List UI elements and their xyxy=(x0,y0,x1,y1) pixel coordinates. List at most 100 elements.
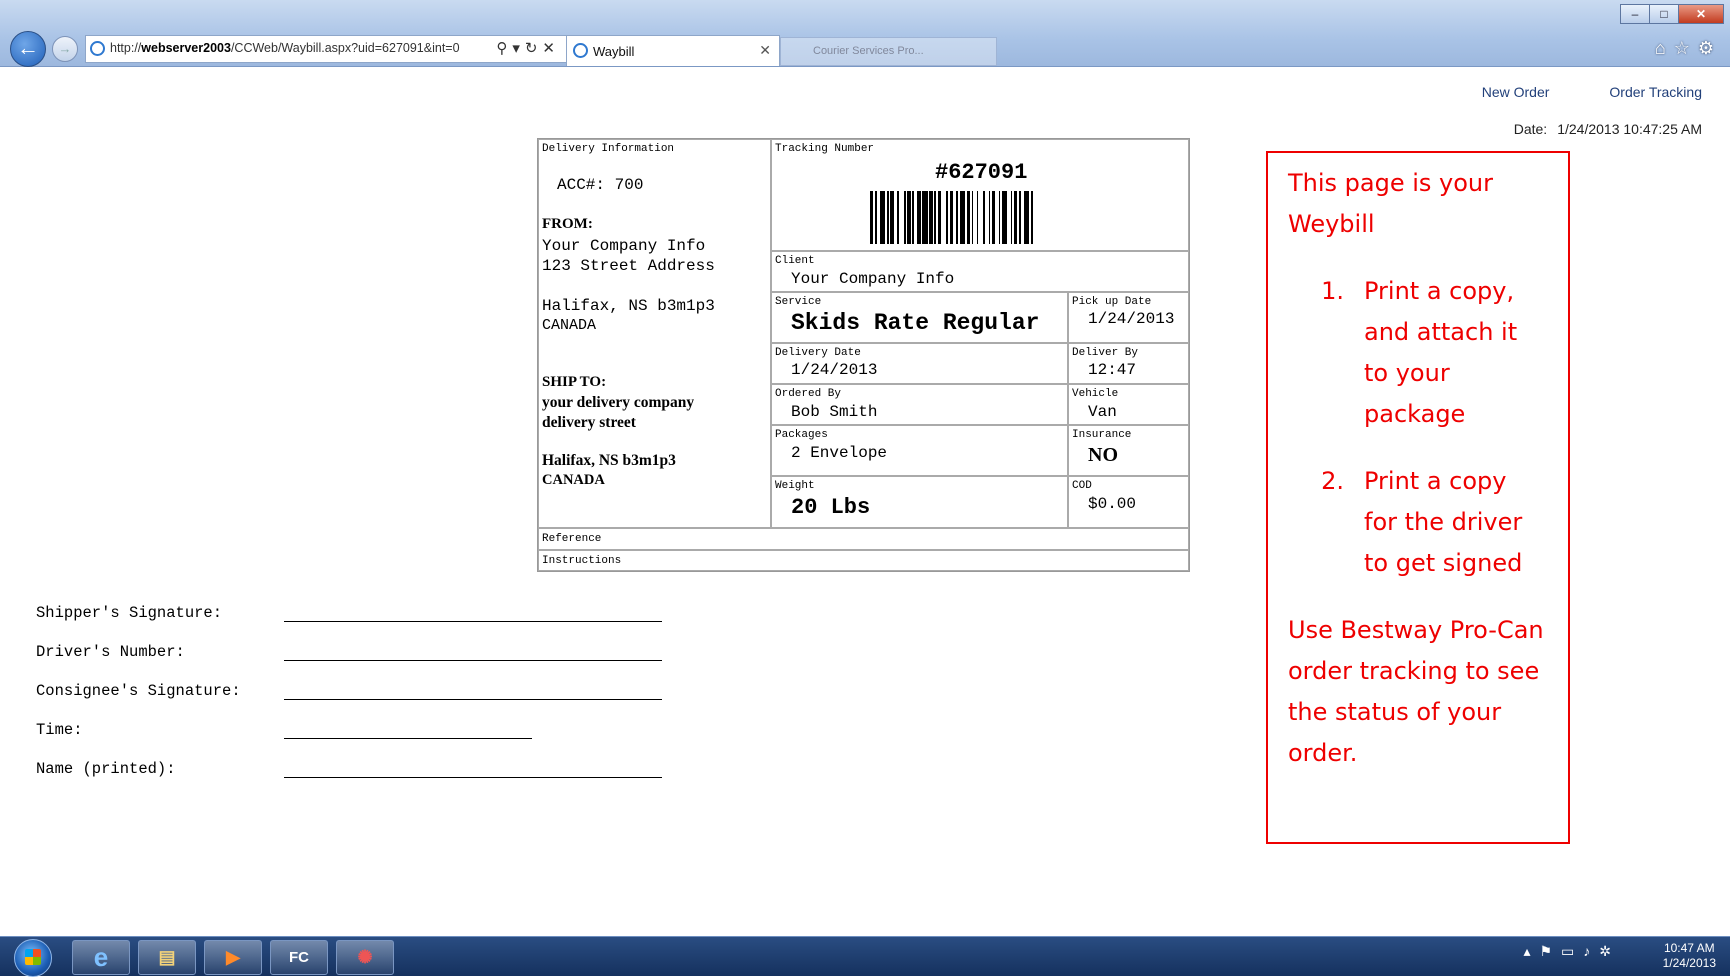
deliver-by-value: 12:47 xyxy=(1088,361,1137,379)
address-url[interactable]: http://webserver2003/CCWeb/Waybill.aspx?… xyxy=(110,41,460,55)
instructions-cell: Instructions xyxy=(538,550,1189,571)
ship-to-label: SHIP TO: xyxy=(542,374,607,390)
start-button[interactable] xyxy=(14,939,52,977)
pickup-cell: Pick up Date 1/24/2013 xyxy=(1068,292,1189,343)
clock-time: 10:47 AM xyxy=(1663,941,1715,955)
insurance-cell: Insurance NO xyxy=(1068,425,1189,476)
insurance-value: NO xyxy=(1088,444,1118,466)
step-text: Print a copy, and attach it to your pack… xyxy=(1364,277,1518,428)
note-steps: 1. Print a copy, and attach it to your p… xyxy=(1288,271,1558,610)
deliver-by-label: Deliver By xyxy=(1072,347,1139,359)
shipper-signature-row: Shipper's Signature: xyxy=(36,604,662,622)
pickup-label: Pick up Date xyxy=(1072,296,1152,308)
vehicle-cell: Vehicle Van xyxy=(1068,384,1189,425)
search-icon[interactable]: ⚲ xyxy=(496,40,512,57)
refresh-icon[interactable]: ↻ xyxy=(525,40,543,57)
instructions-note: This page is your Weybill 1. Print a cop… xyxy=(1266,151,1570,844)
tray-arrow-icon[interactable]: ▴ xyxy=(1523,943,1539,959)
stop-icon[interactable]: ✕ xyxy=(542,40,560,57)
insurance-label: Insurance xyxy=(1072,429,1132,441)
signature-line[interactable] xyxy=(284,699,662,700)
tab-close-icon[interactable]: ✕ xyxy=(759,42,771,59)
order-tracking-link[interactable]: Order Tracking xyxy=(1609,84,1702,100)
from-label: FROM: xyxy=(542,216,593,232)
packages-value: 2 Envelope xyxy=(791,444,888,462)
signature-line[interactable] xyxy=(284,777,662,778)
tracking-label: Tracking Number xyxy=(775,143,875,155)
barcode-bar xyxy=(1033,191,1036,244)
delivery-date-value: 1/24/2013 xyxy=(791,361,878,379)
from-line: CANADA xyxy=(542,317,597,334)
from-line: 123 Street Address xyxy=(542,257,715,275)
tab-title: Waybill xyxy=(593,44,635,59)
time-row: Time: xyxy=(36,721,532,739)
date-label: Date: xyxy=(1513,121,1548,137)
vehicle-value: Van xyxy=(1088,403,1117,421)
tab-waybill[interactable]: Waybill ✕ xyxy=(566,35,780,66)
arrow-right-icon: → xyxy=(58,41,72,56)
ordered-by-value: Bob Smith xyxy=(791,403,878,421)
instructions-label: Instructions xyxy=(542,555,622,567)
weight-label: Weight xyxy=(775,480,815,492)
date-value: 1/24/2013 10:47:25 AM xyxy=(1557,121,1702,137)
fc-app-label: FC xyxy=(289,949,309,966)
tab2-title: Courier Services Pro... xyxy=(813,45,924,57)
service-cell: Service Skids Rate Regular xyxy=(771,292,1068,343)
cod-label: COD xyxy=(1072,480,1092,492)
forward-button[interactable]: → xyxy=(52,36,78,62)
tab-courier-services[interactable]: Courier Services Pro... xyxy=(780,37,997,66)
signature-label: Consignee's Signature: xyxy=(36,682,241,700)
delivery-date-cell: Delivery Date 1/24/2013 xyxy=(771,343,1068,384)
note-outro: Use Bestway Pro-Can order tracking to se… xyxy=(1288,616,1544,767)
file-explorer-icon[interactable]: ▤ xyxy=(138,940,196,975)
tracking-barcode xyxy=(870,191,1085,244)
reference-cell: Reference xyxy=(538,528,1189,550)
taskbar-clock[interactable]: 10:47 AM 1/24/2013 xyxy=(1663,941,1716,971)
window-controls: – □ ✕ xyxy=(1620,4,1724,24)
signature-line[interactable] xyxy=(284,660,662,661)
from-line: Your Company Info xyxy=(542,237,706,255)
ship-to-line: CANADA xyxy=(542,472,605,488)
address-bar[interactable]: http://webserver2003/CCWeb/Waybill.aspx?… xyxy=(85,35,567,63)
volume-icon[interactable]: ♪ xyxy=(1583,943,1599,959)
step-text: Print a copy for the driver to get signe… xyxy=(1364,467,1523,577)
packages-cell: Packages 2 Envelope xyxy=(771,425,1068,476)
signature-line[interactable] xyxy=(284,621,662,622)
page-favicon-icon xyxy=(90,41,105,56)
delivery-info-cell: Delivery Information ACC#: 700 FROM: You… xyxy=(538,139,771,528)
name-printed-row: Name (printed): xyxy=(36,760,662,778)
shield-icon[interactable]: ✲ xyxy=(1599,943,1620,959)
tab-favicon-icon xyxy=(573,43,588,58)
flag-icon[interactable]: ⚑ xyxy=(1539,943,1561,959)
service-label: Service xyxy=(775,296,822,308)
maximize-button[interactable]: □ xyxy=(1649,4,1679,24)
ship-to-line: Halifax, NS b3m1p3 xyxy=(542,452,676,469)
reference-label: Reference xyxy=(542,533,602,545)
delivery-date-label: Delivery Date xyxy=(775,347,861,359)
new-order-link[interactable]: New Order xyxy=(1482,84,1550,100)
home-icon[interactable]: ⌂ xyxy=(1655,38,1674,58)
browser-toolbar: ⌂☆⚙ xyxy=(1655,38,1722,59)
step-number: 1. xyxy=(1321,277,1344,305)
network-icon[interactable]: ▭ xyxy=(1561,943,1583,959)
service-value: Skids Rate Regular xyxy=(791,310,1040,336)
signature-line[interactable] xyxy=(284,738,532,739)
minimize-button[interactable]: – xyxy=(1620,4,1650,24)
back-button[interactable]: ← xyxy=(10,31,46,67)
ship-to-line: delivery street xyxy=(542,414,636,431)
cod-cell: COD $0.00 xyxy=(1068,476,1189,528)
driver-number-row: Driver's Number: xyxy=(36,643,662,661)
arrow-left-icon: ← xyxy=(17,35,39,60)
vehicle-label: Vehicle xyxy=(1072,388,1119,400)
network-app-icon[interactable]: ✺ xyxy=(336,940,394,975)
packages-label: Packages xyxy=(775,429,828,441)
internet-explorer-icon[interactable]: e xyxy=(72,940,130,975)
address-actions: ⚲▾↻✕ xyxy=(496,39,560,57)
dropdown-icon[interactable]: ▾ xyxy=(512,40,525,57)
fc-app-icon[interactable]: FC xyxy=(270,940,328,975)
signature-label: Name (printed): xyxy=(36,760,176,778)
close-window-button[interactable]: ✕ xyxy=(1678,4,1724,24)
media-player-icon[interactable]: ▶ xyxy=(204,940,262,975)
favorites-star-icon[interactable]: ☆ xyxy=(1674,38,1698,58)
settings-gear-icon[interactable]: ⚙ xyxy=(1698,38,1722,58)
